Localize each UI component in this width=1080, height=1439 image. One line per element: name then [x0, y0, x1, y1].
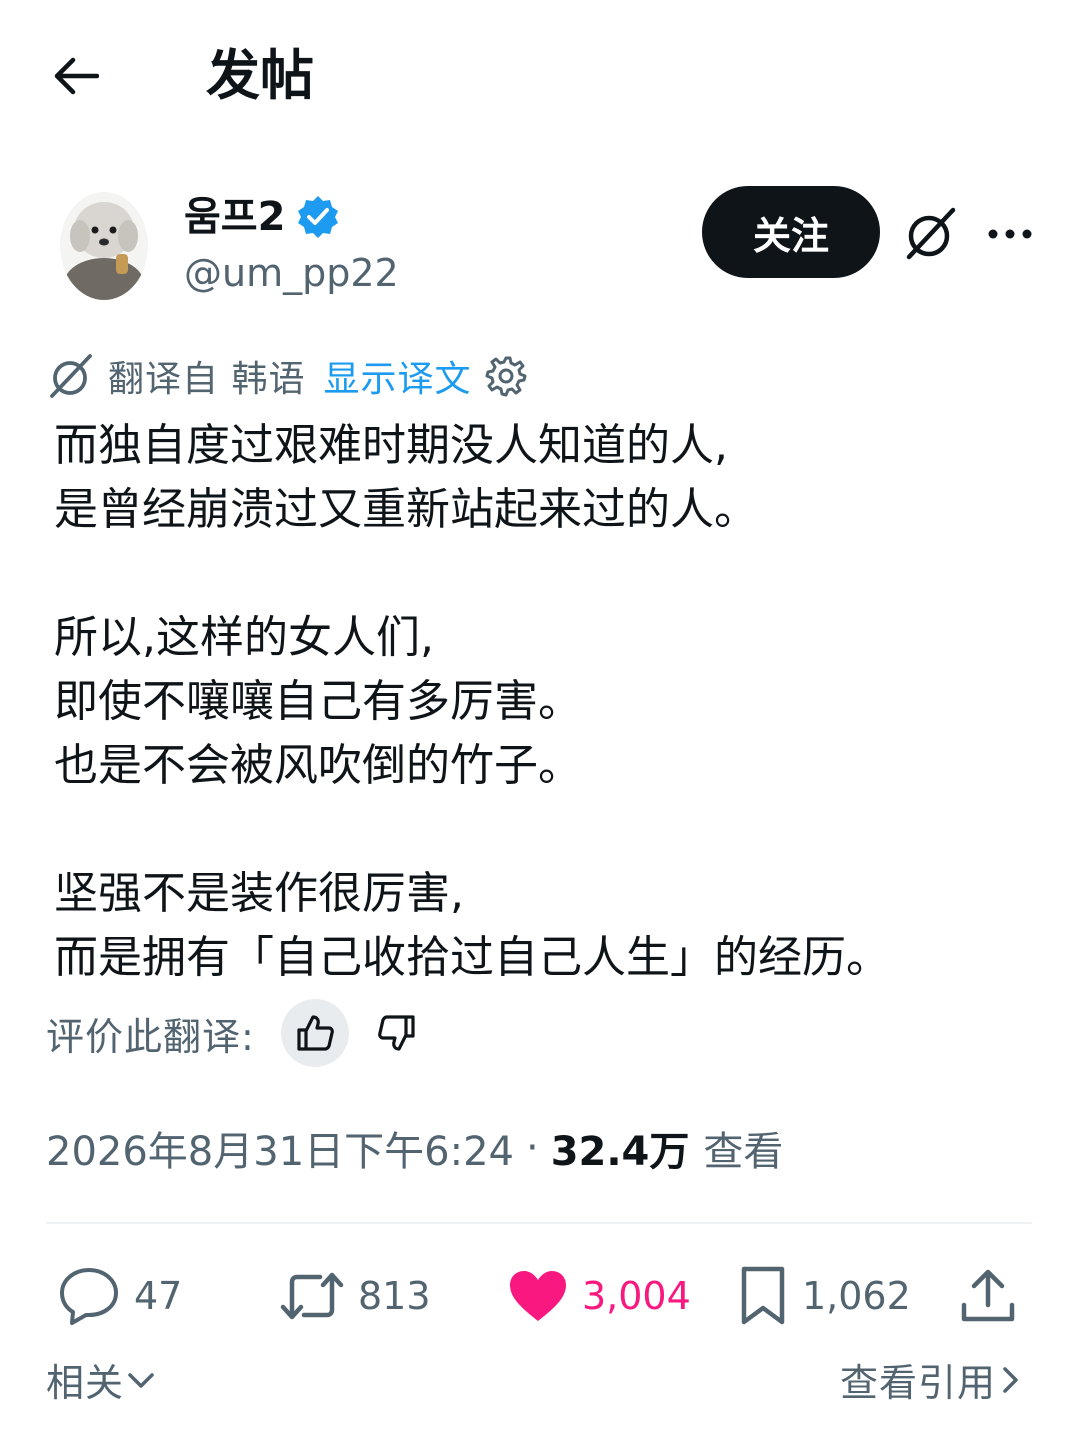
post-line: 也是不会被风吹倒的竹子。: [54, 740, 582, 791]
gear-icon: [485, 356, 527, 397]
thumbs-up-icon: [297, 1015, 334, 1051]
rate-translation-label: 评价此翻译:: [46, 1014, 255, 1059]
post-timestamp[interactable]: 2026年8月31日下午6:24: [46, 1119, 514, 1177]
heart-filled-icon: [510, 1271, 566, 1321]
bookmark-count: 1,062: [802, 1274, 911, 1318]
back-button[interactable]: [44, 46, 108, 106]
post-line: 是曾经崩溃过又重新站起来过的人。: [54, 484, 758, 535]
reply-button[interactable]: 47: [58, 1256, 182, 1336]
more-horizontal-icon: [988, 229, 1032, 239]
action-bar: 47 813 3,004 1,062: [0, 1256, 1080, 1336]
related-label: 相关: [46, 1361, 125, 1405]
meta-separator: ·: [525, 1125, 539, 1171]
author-display-name[interactable]: 움프2: [184, 192, 285, 242]
like-button[interactable]: 3,004: [508, 1256, 691, 1336]
follow-button[interactable]: 关注: [702, 186, 880, 278]
author-name-row: 움프2: [184, 192, 341, 242]
arrow-left-icon: [54, 57, 99, 95]
post-line: 而是拥有「自己收拾过自己人生」的经历。: [54, 932, 890, 983]
post-line: 而独自度过艰难时期没人知道的人,: [54, 420, 728, 471]
chevron-right-icon: [1003, 1366, 1018, 1393]
bookmark-button[interactable]: 1,062: [738, 1256, 911, 1336]
thumbs-up-button[interactable]: [280, 999, 349, 1067]
translated-from-label: 翻译自 韩语: [108, 359, 306, 400]
repost-icon: [280, 1272, 344, 1320]
share-icon: [961, 1269, 1015, 1322]
views-count: 32.4万: [550, 1129, 690, 1175]
page-title: 发帖: [206, 44, 314, 107]
reply-count: 47: [134, 1274, 183, 1318]
top-bar: 发帖: [0, 0, 1080, 150]
post-meta: 2026年8月31日下午6:24 · 32.4万 查看: [46, 1118, 783, 1178]
repost-count: 813: [358, 1274, 431, 1318]
rate-translation-row: 评价此翻译:: [46, 998, 425, 1068]
post-line: 所以,这样的女人们,: [54, 612, 434, 663]
grok-icon: [906, 207, 956, 260]
like-count: 3,004: [582, 1274, 691, 1318]
translation-settings-button[interactable]: [483, 353, 529, 399]
grok-icon: [50, 354, 92, 398]
footer-row: 相关 查看引用: [0, 1352, 1080, 1416]
reply-icon: [60, 1268, 118, 1325]
grok-button[interactable]: [898, 202, 962, 266]
post-line: 坚强不是装作很厉害,: [54, 868, 464, 919]
divider: [46, 1222, 1032, 1224]
avatar[interactable]: [60, 192, 148, 300]
thumbs-down-icon: [377, 1015, 415, 1051]
repost-button[interactable]: 813: [280, 1256, 431, 1336]
author-handle[interactable]: @um_pp22: [184, 248, 399, 298]
bookmark-icon: [741, 1266, 785, 1325]
translation-bar: 翻译自 韩语 显示译文: [46, 348, 529, 404]
views-label: 查看: [703, 1129, 784, 1175]
related-button[interactable]: 相关: [46, 1352, 158, 1407]
chevron-down-icon: [128, 1372, 154, 1388]
share-button[interactable]: [958, 1256, 1018, 1336]
more-options-button[interactable]: [978, 206, 1042, 262]
show-translation-link[interactable]: 显示译文: [323, 350, 471, 402]
verified-badge-icon: [295, 194, 341, 240]
thumbs-down-button[interactable]: [369, 1005, 425, 1061]
post-text: 而独自度过艰难时期没人知道的人, 是曾经崩溃过又重新站起来过的人。 所以,这样的…: [54, 414, 1044, 990]
view-quotes-button[interactable]: 查看引用: [840, 1352, 1024, 1407]
post-line: 即使不嚷嚷自己有多厉害。: [54, 676, 582, 727]
view-quotes-label: 查看引用: [839, 1361, 996, 1405]
